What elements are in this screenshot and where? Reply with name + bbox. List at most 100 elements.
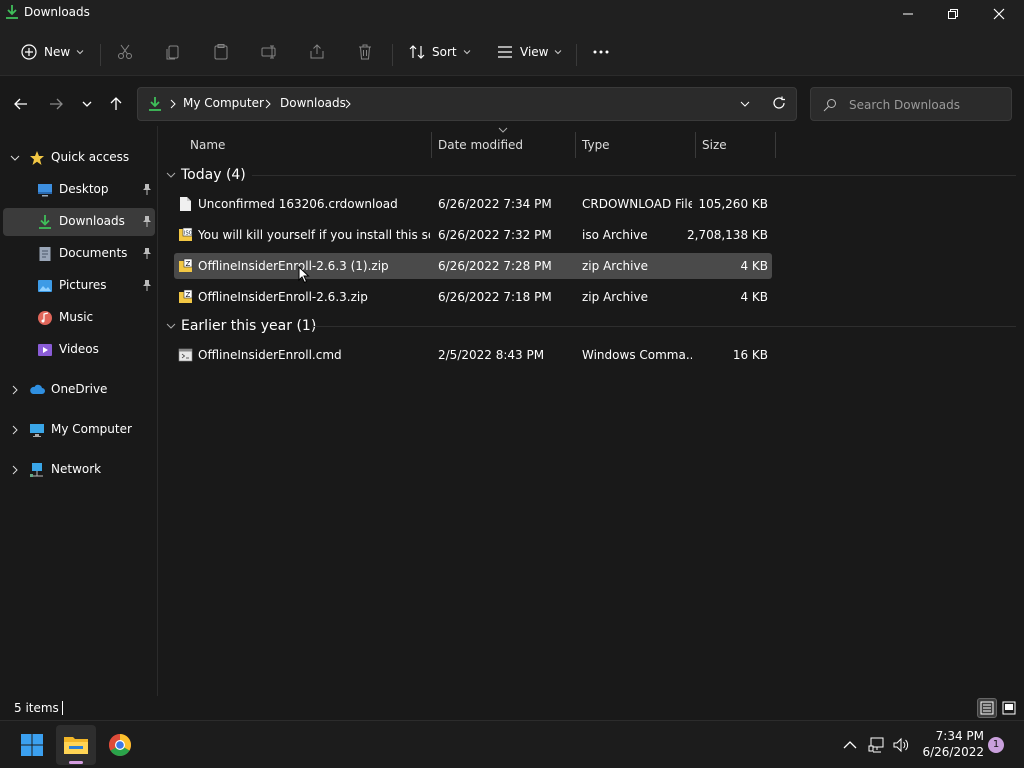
- file-date: 2/5/2022 8:43 PM: [438, 348, 545, 362]
- group-header-earlier-this-year[interactable]: Earlier this year (1): [166, 314, 316, 338]
- chevron-right-icon[interactable]: [10, 425, 20, 435]
- nav-item-onedrive[interactable]: OneDrive: [3, 376, 155, 404]
- copy-icon: [166, 45, 179, 60]
- svg-text:Z: Z: [186, 260, 191, 268]
- cut-button[interactable]: [116, 36, 134, 68]
- chevron-right-icon[interactable]: [264, 99, 272, 109]
- chevron-down-icon[interactable]: [10, 153, 20, 163]
- iso-file-icon: ISO: [179, 227, 193, 241]
- svg-text:Z: Z: [186, 291, 191, 299]
- minimize-icon: [903, 13, 913, 15]
- refresh-icon[interactable]: [772, 96, 786, 110]
- chevron-right-icon[interactable]: [10, 385, 20, 395]
- forward-button[interactable]: [44, 92, 68, 116]
- column-separator[interactable]: [431, 132, 432, 158]
- file-name: Unconfirmed 163206.crdownload: [198, 197, 398, 211]
- chevron-down-icon[interactable]: [740, 99, 750, 109]
- copy-button[interactable]: [164, 36, 182, 68]
- chevron-down-icon: [166, 323, 176, 329]
- pin-icon[interactable]: [141, 279, 153, 292]
- nav-item-music[interactable]: Music: [3, 304, 155, 332]
- nav-item-desktop[interactable]: Desktop: [3, 176, 155, 204]
- column-separator[interactable]: [775, 132, 776, 158]
- up-button[interactable]: [104, 92, 128, 116]
- search-box[interactable]: [810, 87, 1012, 121]
- volume-icon[interactable]: [892, 736, 910, 754]
- paste-button[interactable]: [212, 36, 230, 68]
- download-icon: [149, 97, 161, 111]
- breadcrumb-downloads[interactable]: Downloads: [280, 96, 346, 110]
- column-separator[interactable]: [575, 132, 576, 158]
- column-header-date[interactable]: Date modified: [438, 130, 523, 160]
- file-size: 4 KB: [740, 290, 768, 304]
- rename-button[interactable]: [260, 36, 278, 68]
- recent-locations-button[interactable]: [75, 92, 99, 116]
- nav-item-documents[interactable]: Documents: [3, 240, 155, 268]
- restore-button[interactable]: [930, 0, 976, 28]
- breadcrumb-my-computer[interactable]: My Computer: [183, 96, 264, 110]
- separator: [100, 44, 101, 66]
- nav-label: Network: [51, 462, 102, 476]
- taskbar-file-explorer[interactable]: [56, 725, 96, 765]
- table-row[interactable]: OfflineInsiderEnroll.cmd 2/5/2022 8:43 P…: [174, 342, 772, 368]
- delete-button[interactable]: [356, 36, 374, 68]
- pin-icon[interactable]: [141, 247, 153, 260]
- share-button[interactable]: [308, 36, 326, 68]
- table-row[interactable]: Z OfflineInsiderEnroll-2.6.3 (1).zip 6/2…: [174, 253, 772, 279]
- chevron-right-icon[interactable]: [344, 99, 352, 109]
- group-header-today[interactable]: Today (4): [166, 163, 246, 187]
- arrow-left-icon: [14, 98, 27, 110]
- nav-item-my-computer[interactable]: My Computer: [3, 416, 155, 444]
- arrow-right-icon: [50, 98, 63, 110]
- nav-label: Videos: [59, 342, 99, 356]
- table-row[interactable]: Unconfirmed 163206.crdownload 6/26/2022 …: [174, 191, 772, 217]
- sort-button[interactable]: Sort: [408, 36, 471, 68]
- trash-icon: [359, 44, 371, 60]
- pin-icon[interactable]: [141, 183, 153, 196]
- rename-icon: [261, 45, 276, 59]
- nav-item-network[interactable]: Network: [3, 456, 155, 484]
- taskbar-chrome[interactable]: [100, 725, 140, 765]
- details-view-button[interactable]: [977, 698, 997, 718]
- table-row[interactable]: ISO You will kill yourself if you instal…: [174, 222, 772, 248]
- nav-item-pictures[interactable]: Pictures: [3, 272, 155, 300]
- running-indicator: [69, 761, 83, 764]
- column-header-type[interactable]: Type: [582, 130, 610, 160]
- tiles-view-button[interactable]: [999, 698, 1019, 718]
- more-options-button[interactable]: [592, 36, 610, 68]
- view-button[interactable]: View: [496, 36, 562, 68]
- address-bar[interactable]: My Computer Downloads: [137, 87, 797, 121]
- search-input[interactable]: [849, 96, 1004, 114]
- network-status-icon[interactable]: [868, 736, 886, 754]
- chevron-up-icon[interactable]: [841, 736, 859, 754]
- nav-item-quick-access[interactable]: Quick access: [3, 144, 155, 172]
- chevron-right-icon[interactable]: [10, 465, 20, 475]
- clock[interactable]: 7:34 PM 6/26/2022: [914, 728, 984, 760]
- file-list: Name Date modified Type Size Today (4) U…: [160, 126, 1024, 696]
- blank-file-icon: [180, 197, 191, 211]
- nav-item-downloads[interactable]: Downloads: [3, 208, 155, 236]
- plus-circle-icon: [21, 44, 37, 60]
- share-icon: [310, 44, 324, 59]
- status-divider: [62, 701, 63, 715]
- close-button[interactable]: [976, 0, 1022, 28]
- nav-label: Quick access: [51, 150, 130, 164]
- new-button[interactable]: New: [20, 36, 84, 68]
- column-header-name[interactable]: Name: [190, 130, 225, 160]
- start-button[interactable]: [12, 725, 52, 765]
- back-button[interactable]: [9, 92, 33, 116]
- notification-badge[interactable]: 1: [988, 737, 1004, 753]
- minimize-button[interactable]: [885, 0, 931, 28]
- table-row[interactable]: Z OfflineInsiderEnroll-2.6.3.zip 6/26/20…: [174, 284, 772, 310]
- chevron-down-icon: [76, 50, 84, 55]
- column-separator[interactable]: [695, 132, 696, 158]
- column-header-size[interactable]: Size: [702, 130, 727, 160]
- pin-icon[interactable]: [141, 215, 153, 228]
- window-title: Downloads: [24, 5, 90, 19]
- item-count: 5 items: [14, 701, 59, 715]
- search-icon: [823, 99, 836, 112]
- nav-item-videos[interactable]: Videos: [3, 336, 155, 364]
- scissors-icon: [118, 44, 132, 59]
- chrome-icon: [109, 734, 131, 756]
- clock-date: 6/26/2022: [922, 745, 984, 759]
